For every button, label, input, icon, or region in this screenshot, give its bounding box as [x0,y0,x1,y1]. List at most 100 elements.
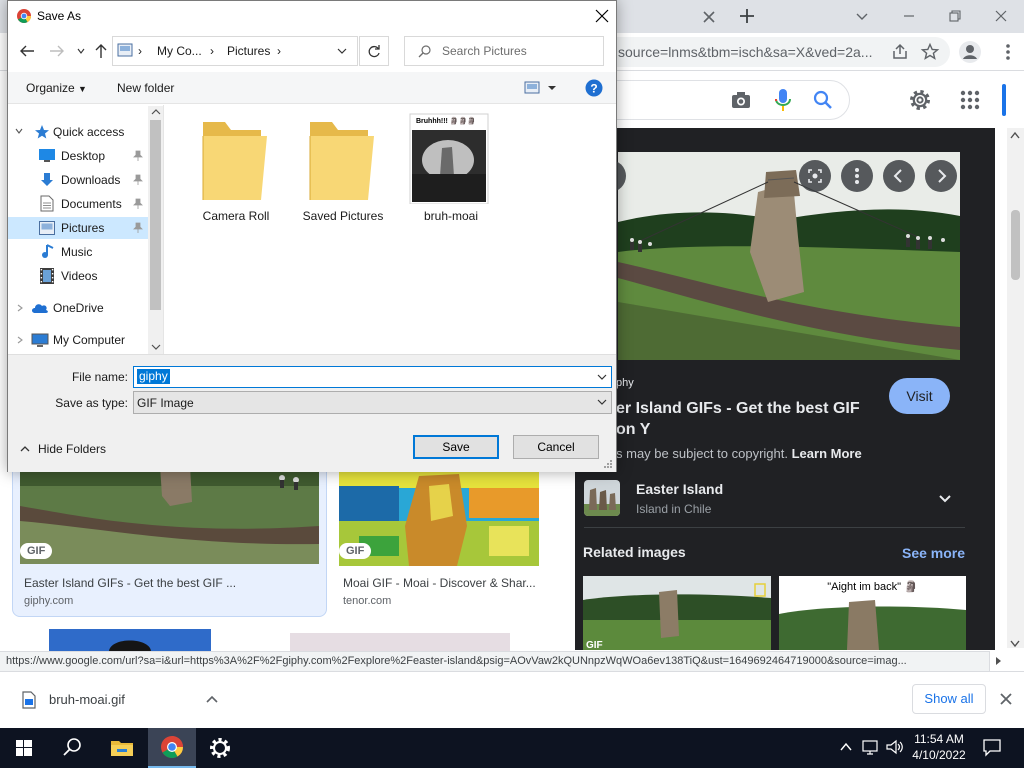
scroll-down-arrow-icon[interactable] [1010,640,1020,648]
result-title[interactable]: Moai GIF - Moai - Discover & Shar... [343,576,536,590]
result-image-partial[interactable] [290,633,510,651]
nav-label: Pictures [61,221,105,235]
view-options-icon[interactable] [524,81,560,95]
breadcrumb-item[interactable]: My Co... [157,44,202,58]
entity-expand-chevron-icon[interactable] [936,490,954,508]
resize-grip-icon[interactable] [603,459,613,469]
file-explorer-icon[interactable] [98,728,146,768]
scroll-up-arrow-icon[interactable] [1010,131,1020,139]
result-image-easter-island[interactable] [20,466,319,564]
result-gif-badge: GIF [339,543,372,559]
desktop-icon [39,149,55,162]
network-icon[interactable] [861,738,881,756]
entity-subtitle: Island in Chile [636,502,712,516]
nav-pane-scrollbar-thumb[interactable] [150,120,161,310]
result-source[interactable]: tenor.com [343,595,391,607]
save-button[interactable]: Save [413,435,499,459]
cancel-button[interactable]: Cancel [513,435,599,459]
recent-locations-chevron-icon[interactable] [76,46,86,56]
lens-search-icon[interactable] [799,160,831,192]
result-title[interactable]: Easter Island GIFs - Get the best GIF ..… [24,576,236,590]
tab-search-chevron-icon[interactable] [852,6,872,26]
entity-thumbnail[interactable] [584,480,620,516]
share-icon[interactable] [890,42,910,62]
voice-search-icon[interactable] [774,87,792,113]
nav-item-downloads[interactable]: Downloads [8,169,148,191]
folder-item-saved-pictures[interactable]: Saved Pictures [298,112,388,228]
forward-arrow-icon[interactable] [48,42,66,60]
hide-folders-button[interactable]: Hide Folders [38,442,106,456]
entity-title[interactable]: Easter Island [636,481,723,497]
address-bar-url[interactable]: source=lnms&tbm=isch&sa=X&ved=2a... [618,44,872,60]
file-name-input[interactable] [133,366,612,388]
nav-item-videos[interactable]: Videos [8,265,148,287]
browser-menu-icon[interactable] [1000,42,1016,62]
page-scrollbar[interactable] [1007,128,1024,648]
settings-taskbar-gear-icon[interactable] [196,728,244,768]
save-type-select[interactable] [133,391,612,414]
back-arrow-icon[interactable] [18,42,36,60]
nav-item-desktop[interactable]: Desktop [8,145,148,167]
file-name-value[interactable]: giphy [137,369,170,384]
tab-close-icon[interactable] [700,8,718,26]
download-shelf-close-icon[interactable] [998,691,1014,707]
page-scrollbar-thumb[interactable] [1011,210,1020,280]
show-all-downloads-button[interactable]: Show all [912,684,986,714]
nav-item-quick-access[interactable]: Quick access [8,121,148,143]
preview-next-icon[interactable] [925,160,957,192]
nav-item-music[interactable]: Music [8,241,148,263]
restore-icon[interactable] [945,6,965,26]
save-type-label: Save as type: [55,396,128,410]
see-more-link[interactable]: See more [902,545,965,561]
preview-source[interactable]: phy [616,377,634,389]
learn-more-link[interactable]: Learn More [792,446,862,461]
svg-text:?: ? [590,82,597,96]
dialog-close-icon[interactable] [592,6,612,26]
window-close-icon[interactable] [991,6,1011,26]
nav-scroll-down-icon[interactable] [151,343,161,351]
visit-button[interactable]: Visit [889,378,950,414]
download-options-chevron-icon[interactable] [204,692,220,708]
image-item-bruh-moai[interactable]: Bruhhh!!! 🗿🗿🗿 bruh-moai [406,112,496,228]
related-image-1[interactable] [583,576,771,650]
hide-folders-chevron-icon[interactable] [19,444,31,454]
taskbar-clock[interactable]: 11:54 AM 4/10/2022 [905,731,973,763]
nav-item-pictures[interactable]: Pictures [8,217,148,239]
help-icon[interactable]: ? [585,79,603,97]
chrome-taskbar-icon[interactable] [148,728,196,768]
bookmark-star-icon[interactable] [920,42,940,62]
nav-item-my-computer[interactable]: My Computer [8,329,148,351]
download-filename[interactable]: bruh-moai.gif [49,692,125,707]
minimize-icon[interactable] [899,6,919,26]
up-folder-arrow-icon[interactable] [92,42,110,60]
volume-icon[interactable] [885,738,905,756]
new-folder-button[interactable]: New folder [117,81,174,95]
refresh-icon [367,44,381,58]
preview-more-icon[interactable] [841,160,873,192]
file-name-dropdown-chevron-icon[interactable] [597,373,607,381]
preview-title[interactable]: er Island GIFs - Get the best GIF on Y [616,398,866,440]
horizontal-scroll-right-icon[interactable] [993,656,1003,666]
result-image-partial[interactable] [49,629,211,651]
new-tab-icon[interactable] [738,7,756,25]
tray-overflow-chevron-icon[interactable] [838,739,854,755]
save-type-dropdown-chevron-icon[interactable] [597,398,607,406]
preview-prev-icon[interactable] [883,160,915,192]
taskbar-search-icon[interactable] [48,728,96,768]
organize-button[interactable]: Organize ▼ [26,81,87,95]
breadcrumb-dropdown-chevron-icon[interactable] [336,46,348,56]
settings-gear-icon[interactable] [908,88,932,112]
notifications-icon[interactable] [982,737,1002,757]
nav-item-onedrive[interactable]: OneDrive [8,297,148,319]
profile-avatar-icon[interactable] [958,40,982,64]
camera-search-icon[interactable] [730,89,752,111]
search-icon[interactable] [812,89,834,111]
folder-item-camera-roll[interactable]: Camera Roll [191,112,281,228]
nav-item-documents[interactable]: Documents [8,193,148,215]
nav-scroll-up-icon[interactable] [151,108,161,116]
start-windows-icon[interactable] [0,728,48,768]
breadcrumb-item[interactable]: Pictures [227,44,270,58]
breadcrumb-separator: › [277,44,281,58]
google-apps-icon[interactable] [959,89,981,111]
result-source[interactable]: giphy.com [24,595,73,607]
